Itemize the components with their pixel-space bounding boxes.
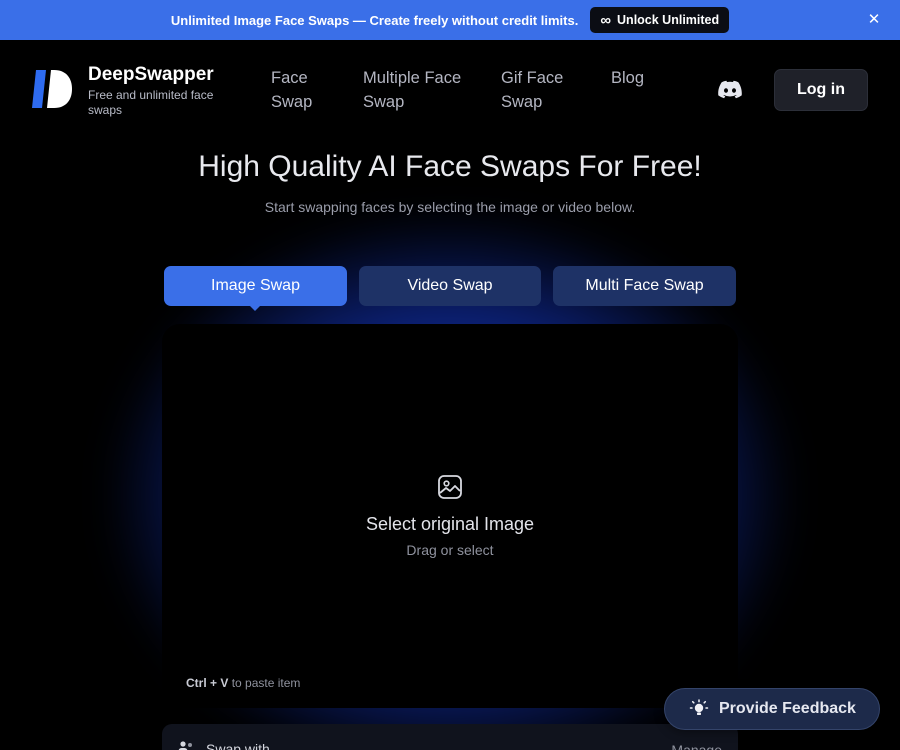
image-upload-dropzone[interactable]: Select original Image Drag or select Ctr…: [162, 324, 738, 708]
tab-multi-face-swap[interactable]: Multi Face Swap: [553, 266, 736, 306]
provide-feedback-label: Provide Feedback: [719, 700, 856, 717]
people-icon: [178, 741, 192, 750]
site-header: DeepSwapper Free and unlimited face swap…: [0, 40, 900, 140]
close-icon[interactable]: ✕: [866, 12, 882, 28]
nav-item-gif-face-swap[interactable]: Gif Face Swap: [501, 66, 573, 114]
active-tab-pointer: [249, 305, 261, 311]
nav-item-multiple-face-swap[interactable]: Multiple Face Swap: [363, 66, 473, 114]
manage-link[interactable]: Manage: [671, 742, 722, 750]
provide-feedback-button[interactable]: Provide Feedback: [664, 688, 880, 730]
swap-with-label: Swap with: [206, 741, 270, 750]
paste-hint-text: to paste item: [231, 676, 301, 690]
nav-item-blog[interactable]: Blog: [611, 66, 644, 90]
paste-shortcut: Ctrl + V: [186, 676, 229, 690]
image-icon: [438, 475, 462, 499]
brand-tagline: Free and unlimited face swaps: [88, 88, 214, 117]
discord-icon[interactable]: [718, 80, 742, 100]
brand-name[interactable]: DeepSwapper: [88, 64, 214, 86]
deepswapper-logo-icon[interactable]: [32, 70, 72, 108]
page-subtitle: Start swapping faces by selecting the im…: [264, 199, 636, 215]
page-title: High Quality AI Face Swaps For Free!: [198, 150, 702, 183]
promo-banner-text: Unlimited Image Face Swaps — Create free…: [170, 12, 579, 28]
upload-title: Select original Image: [365, 514, 535, 534]
promo-banner: Unlimited Image Face Swaps — Create free…: [0, 0, 900, 40]
login-button[interactable]: Log in: [774, 69, 868, 111]
tab-video-swap[interactable]: Video Swap: [359, 266, 541, 306]
unlock-unlimited-label: Unlock Unlimited: [617, 13, 720, 27]
unlock-unlimited-button[interactable]: ∞ Unlock Unlimited: [590, 7, 730, 33]
upload-hint: Drag or select: [406, 542, 494, 558]
tab-image-swap[interactable]: Image Swap: [164, 266, 347, 306]
lightbulb-icon: [689, 699, 709, 715]
swap-with-row: Swap with Manage: [162, 724, 738, 750]
nav-item-face-swap[interactable]: Face Swap: [271, 66, 331, 114]
infinity-icon: ∞: [600, 11, 612, 29]
paste-hint: Ctrl + V to paste item: [186, 676, 300, 690]
